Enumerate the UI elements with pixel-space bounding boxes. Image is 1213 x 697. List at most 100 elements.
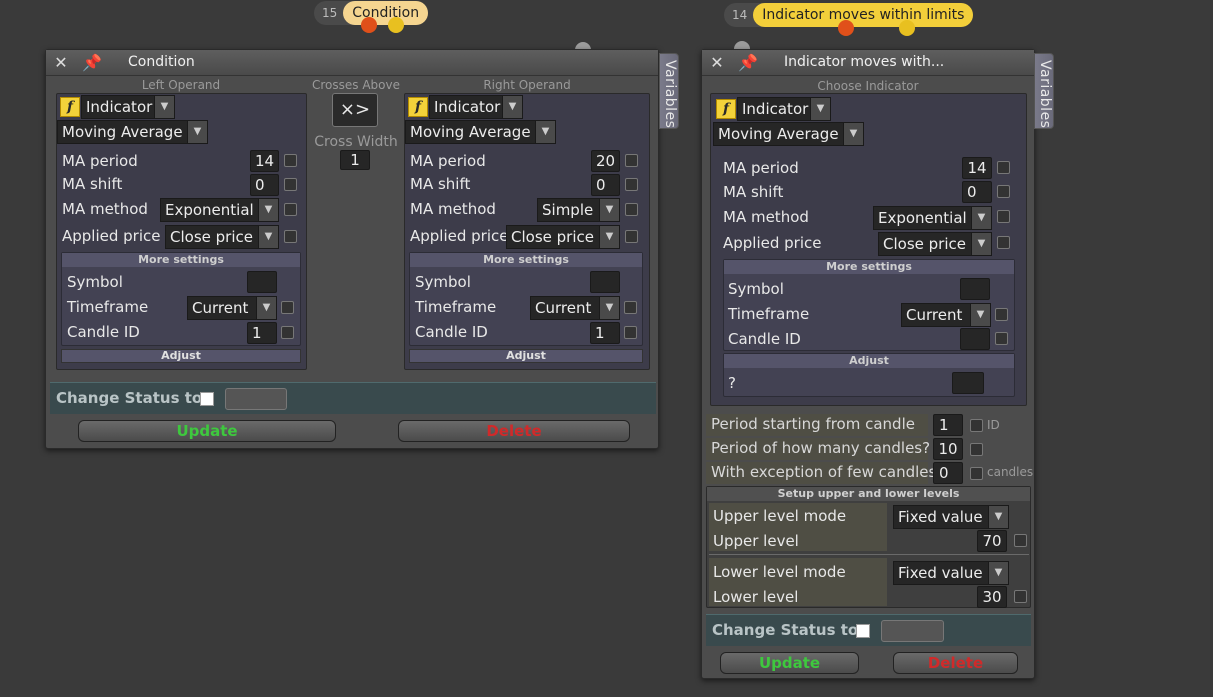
candle-id-input[interactable] bbox=[960, 328, 990, 350]
applied-price-select[interactable]: Close price ▼ bbox=[506, 225, 620, 249]
change-status-input[interactable] bbox=[225, 388, 287, 410]
output-connector-dot[interactable] bbox=[361, 17, 377, 33]
delete-button[interactable]: Delete bbox=[893, 652, 1018, 674]
upper-level-input[interactable]: 70 bbox=[977, 530, 1007, 552]
adjust-value-input[interactable] bbox=[952, 372, 984, 394]
period-count-checkbox[interactable] bbox=[970, 443, 983, 456]
adjust-button[interactable]: Adjust bbox=[409, 349, 643, 363]
symbol-input[interactable] bbox=[960, 278, 990, 300]
ma-period-input[interactable]: 20 bbox=[591, 150, 620, 172]
applied-price-checkbox[interactable] bbox=[284, 230, 297, 243]
ma-shift-checkbox[interactable] bbox=[997, 185, 1010, 198]
output-connector-dot[interactable] bbox=[388, 17, 404, 33]
symbol-label: Symbol bbox=[67, 273, 123, 291]
candle-id-checkbox[interactable] bbox=[995, 332, 1008, 345]
output-connector-dot[interactable] bbox=[838, 20, 854, 36]
chevron-down-icon: ▼ bbox=[258, 226, 278, 248]
variables-tab[interactable]: Variables bbox=[659, 53, 679, 129]
chevron-down-icon: ▼ bbox=[971, 207, 991, 229]
ma-period-checkbox[interactable] bbox=[625, 154, 638, 167]
symbol-input[interactable] bbox=[247, 271, 277, 293]
output-connector-dot[interactable] bbox=[899, 20, 915, 36]
applied-price-checkbox[interactable] bbox=[625, 230, 638, 243]
chevron-down-icon: ▼ bbox=[843, 123, 863, 145]
exception-input[interactable]: 0 bbox=[933, 462, 963, 484]
update-button[interactable]: Update bbox=[78, 420, 336, 442]
adjust-button[interactable]: Adjust bbox=[724, 354, 1014, 368]
candle-id-checkbox[interactable] bbox=[281, 326, 294, 339]
upper-level-checkbox[interactable] bbox=[1014, 534, 1027, 547]
source-type-select[interactable]: Indicator ▼ bbox=[81, 95, 175, 119]
lower-mode-select[interactable]: Fixed value ▼ bbox=[893, 561, 1009, 585]
more-settings-header[interactable]: More settings bbox=[410, 253, 642, 267]
close-icon[interactable]: ✕ bbox=[51, 53, 71, 73]
change-status-checkbox[interactable] bbox=[856, 624, 870, 638]
ma-period-input[interactable]: 14 bbox=[962, 157, 992, 179]
lower-mode-label: Lower level mode bbox=[713, 563, 846, 581]
change-status-input[interactable] bbox=[881, 620, 944, 642]
candle-id-checkbox[interactable] bbox=[624, 326, 637, 339]
function-icon[interactable]: f bbox=[716, 99, 736, 119]
crosses-above-button[interactable]: ×> bbox=[332, 93, 378, 127]
update-button[interactable]: Update bbox=[720, 652, 859, 674]
timeframe-checkbox[interactable] bbox=[624, 301, 637, 314]
ma-method-checkbox[interactable] bbox=[625, 203, 638, 216]
chevron-down-icon: ▼ bbox=[599, 199, 619, 221]
timeframe-select[interactable]: Current ▼ bbox=[901, 303, 991, 327]
exception-checkbox[interactable] bbox=[970, 467, 983, 480]
ma-method-checkbox[interactable] bbox=[284, 203, 297, 216]
indicator-select[interactable]: Moving Average ▼ bbox=[713, 122, 864, 146]
upper-mode-select[interactable]: Fixed value ▼ bbox=[893, 505, 1009, 529]
panel-titlebar[interactable]: ✕ 📌 Condition bbox=[46, 50, 658, 76]
ma-shift-input[interactable]: 0 bbox=[962, 181, 992, 203]
pin-icon[interactable]: 📌 bbox=[82, 53, 102, 73]
symbol-label: Symbol bbox=[415, 273, 471, 291]
indicator-select[interactable]: Moving Average ▼ bbox=[57, 120, 208, 144]
chevron-down-icon: ▼ bbox=[988, 506, 1008, 528]
more-settings-header[interactable]: More settings bbox=[724, 260, 1014, 274]
ma-shift-checkbox[interactable] bbox=[625, 178, 638, 191]
applied-price-checkbox[interactable] bbox=[997, 236, 1010, 249]
source-type-select[interactable]: Indicator ▼ bbox=[429, 95, 523, 119]
variables-tab[interactable]: Variables bbox=[1034, 53, 1054, 129]
ma-shift-input[interactable]: 0 bbox=[591, 174, 620, 196]
timeframe-select[interactable]: Current ▼ bbox=[530, 296, 620, 320]
adjust-button[interactable]: Adjust bbox=[61, 349, 301, 363]
applied-price-select[interactable]: Close price ▼ bbox=[165, 225, 279, 249]
ma-period-input[interactable]: 14 bbox=[250, 150, 279, 172]
ma-shift-input[interactable]: 0 bbox=[250, 174, 279, 196]
panel-titlebar[interactable]: ✕ 📌 Indicator moves with... bbox=[702, 50, 1034, 76]
candle-id-input[interactable]: 1 bbox=[247, 322, 277, 344]
period-start-checkbox[interactable] bbox=[970, 419, 983, 432]
change-status-checkbox[interactable] bbox=[200, 392, 214, 406]
right-operand-heading: Right Operand bbox=[483, 78, 571, 92]
source-type-select[interactable]: Indicator ▼ bbox=[737, 97, 831, 121]
timeframe-checkbox[interactable] bbox=[995, 308, 1008, 321]
more-settings-header[interactable]: More settings bbox=[62, 253, 300, 267]
ma-period-checkbox[interactable] bbox=[997, 161, 1010, 174]
ma-shift-checkbox[interactable] bbox=[284, 178, 297, 191]
ma-method-select[interactable]: Exponential ▼ bbox=[160, 198, 279, 222]
function-icon[interactable]: f bbox=[408, 97, 428, 117]
levels-group: Setup upper and lower levels Upper level… bbox=[706, 486, 1031, 608]
applied-price-select[interactable]: Close price ▼ bbox=[878, 232, 992, 256]
candle-id-input[interactable]: 1 bbox=[590, 322, 620, 344]
lower-level-input[interactable]: 30 bbox=[977, 586, 1007, 608]
ma-method-select[interactable]: Simple ▼ bbox=[537, 198, 620, 222]
ma-period-checkbox[interactable] bbox=[284, 154, 297, 167]
timeframe-checkbox[interactable] bbox=[281, 301, 294, 314]
ma-method-select[interactable]: Exponential ▼ bbox=[873, 206, 992, 230]
ma-shift-label: MA shift bbox=[62, 175, 123, 193]
close-icon[interactable]: ✕ bbox=[707, 53, 727, 73]
timeframe-select[interactable]: Current ▼ bbox=[187, 296, 277, 320]
lower-level-checkbox[interactable] bbox=[1014, 590, 1027, 603]
indicator-select[interactable]: Moving Average ▼ bbox=[405, 120, 556, 144]
period-count-input[interactable]: 10 bbox=[933, 438, 963, 460]
symbol-input[interactable] bbox=[590, 271, 620, 293]
ma-method-checkbox[interactable] bbox=[997, 210, 1010, 223]
period-start-input[interactable]: 1 bbox=[933, 414, 963, 436]
delete-button[interactable]: Delete bbox=[398, 420, 630, 442]
cross-width-input[interactable]: 1 bbox=[340, 150, 370, 170]
function-icon[interactable]: f bbox=[60, 97, 80, 117]
pin-icon[interactable]: 📌 bbox=[738, 53, 758, 73]
